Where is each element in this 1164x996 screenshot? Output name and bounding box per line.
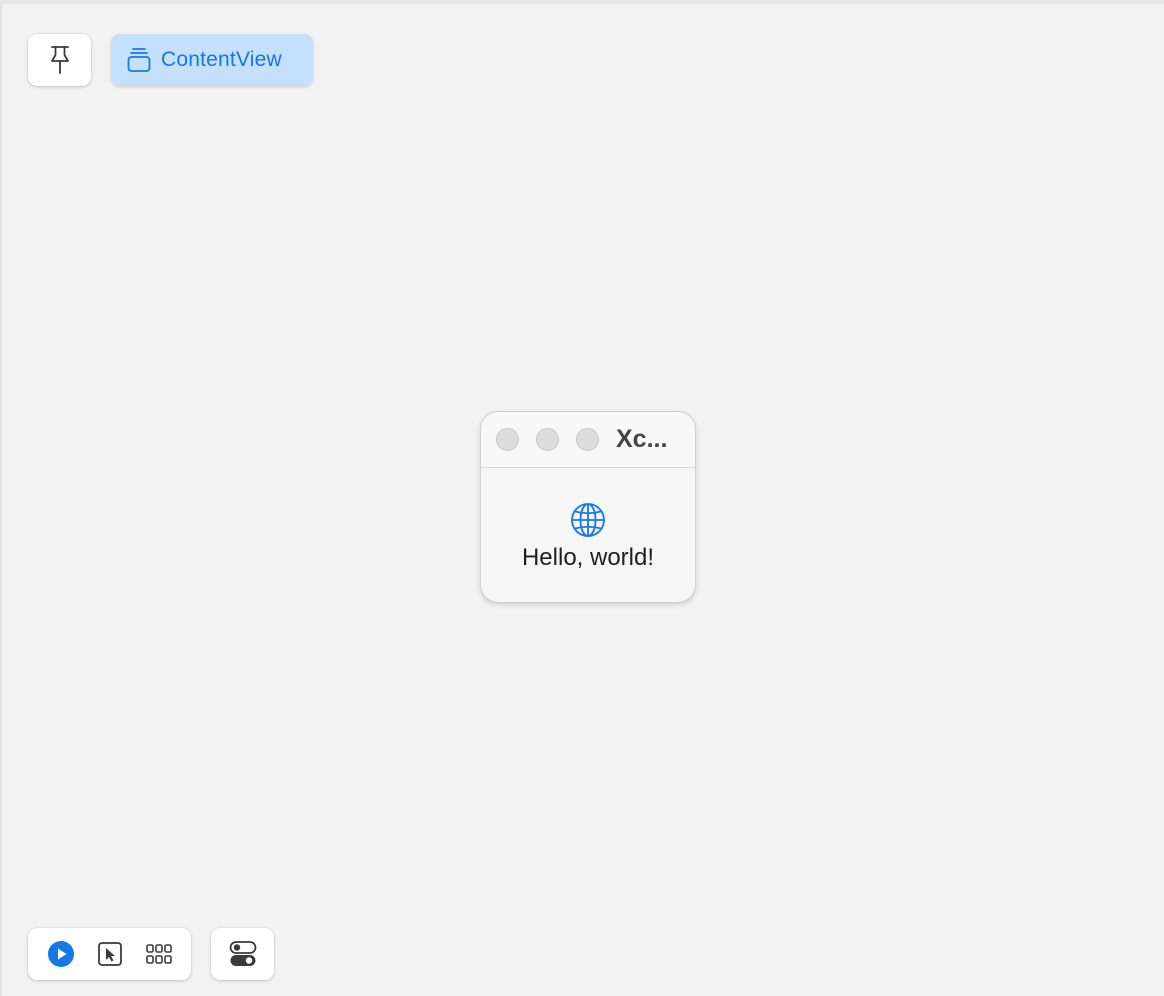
zoom-button[interactable]: [576, 428, 599, 451]
cursor-select-icon[interactable]: [97, 941, 123, 967]
window-content: Hello, world!: [481, 468, 695, 572]
close-button[interactable]: [496, 428, 519, 451]
contentview-chip[interactable]: ContentView: [111, 34, 313, 86]
toggle-switches-icon: [229, 940, 257, 968]
play-circle-icon[interactable]: [47, 940, 75, 968]
minimize-button[interactable]: [536, 428, 559, 451]
contentview-label: ContentView: [161, 48, 282, 71]
variants-grid-icon[interactable]: [146, 943, 172, 965]
preview-canvas: ContentView Xc... Hello, world!: [0, 0, 1164, 996]
hello-text: Hello, world!: [521, 544, 655, 571]
window-title: Xc...: [616, 425, 668, 453]
pin-button[interactable]: [28, 34, 91, 86]
preview-mode-controls: [28, 928, 191, 980]
window-titlebar: Xc...: [481, 412, 695, 468]
preview-window: Xc... Hello, world!: [480, 411, 696, 603]
pin-icon: [48, 45, 72, 75]
stacked-rectangles-icon: [127, 47, 151, 73]
globe-icon: [570, 502, 606, 538]
device-settings-button[interactable]: [211, 928, 274, 980]
